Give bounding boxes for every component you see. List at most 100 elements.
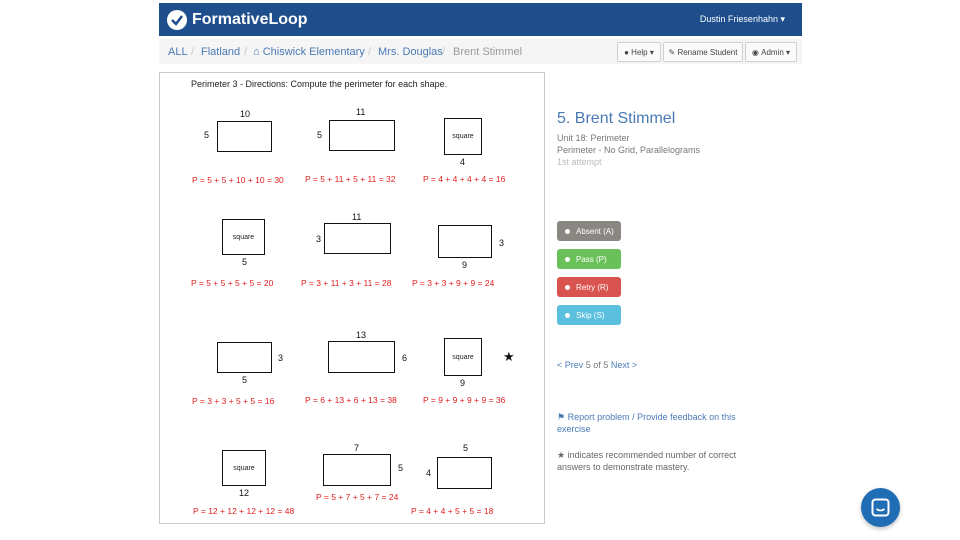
answer-text: P = 3 + 11 + 3 + 11 = 28 <box>301 278 392 288</box>
rectangle-shape <box>437 457 492 489</box>
answer-text: P = 3 + 3 + 9 + 9 = 24 <box>412 278 495 288</box>
answer-text: P = 5 + 7 + 5 + 7 = 24 <box>316 492 399 502</box>
edit-icon: ✎ <box>668 47 678 57</box>
brand[interactable]: FormativeLoop <box>167 9 308 31</box>
rectangle-shape <box>217 121 272 152</box>
rectangle-shape <box>438 225 492 258</box>
answer-text: P = 5 + 11 + 5 + 11 = 32 <box>305 174 396 184</box>
absent-label: Absent (A) <box>576 226 614 236</box>
rename-label: Rename Student <box>677 47 738 57</box>
eye-icon: ◉ <box>751 47 762 57</box>
dimension-label: 11 <box>352 212 362 222</box>
prev-link[interactable]: < Prev <box>557 360 583 370</box>
answer-text: P = 4 + 4 + 4 + 4 = 16 <box>423 174 506 184</box>
top-navbar: FormativeLoop Dustin Friesenhahn ▾ <box>159 3 802 36</box>
dimension-label: 4 <box>426 468 432 478</box>
student-name: 5. Brent Stimmel <box>557 110 676 127</box>
answer-text: P = 6 + 13 + 6 + 13 = 38 <box>305 395 397 405</box>
dimension-label: 5 <box>242 257 248 267</box>
rectangle-shape <box>329 120 395 151</box>
pass-button[interactable]: Pass (P) <box>557 249 621 269</box>
breadcrumb-separator: / <box>191 46 195 58</box>
rectangle-shape <box>324 223 391 254</box>
user-name: Dustin Friesenhahn <box>699 14 778 24</box>
dimension-label: 3 <box>499 238 505 248</box>
dimension-label: 4 <box>460 157 466 167</box>
help-button[interactable]: ● Help ▾ <box>617 42 661 62</box>
admin-label: Admin <box>761 47 784 57</box>
caret-down-icon: ▾ <box>777 14 785 24</box>
breadcrumb-separator: / <box>442 46 446 58</box>
next-link[interactable]: Next > <box>611 360 637 370</box>
answer-text: P = 9 + 9 + 9 + 9 = 36 <box>423 395 506 405</box>
student-info: 5. Brent Stimmel Unit 18: Perimeter Peri… <box>557 110 700 168</box>
dimension-label: 12 <box>239 488 250 498</box>
rename-student-button[interactable]: ✎ Rename Student <box>663 42 743 62</box>
answer-text: P = 12 + 12 + 12 + 12 = 48 <box>193 506 295 516</box>
rectangle-shape <box>328 341 395 373</box>
dimension-label: 3 <box>316 234 322 244</box>
unit-label: Unit 18: Perimeter <box>557 133 630 143</box>
brand-name: FormativeLoop <box>192 11 308 28</box>
formativeloop-logo-icon <box>167 10 187 30</box>
report-problem-link[interactable]: ⚑ Report problem / Provide feedback on t… <box>557 411 747 435</box>
exercise-label: Perimeter - No Grid, Parallelograms <box>557 145 701 155</box>
dimension-label: 5 <box>463 443 469 453</box>
help-label: Help <box>631 47 648 57</box>
square-shape: square <box>444 338 482 376</box>
answer-text: P = 5 + 5 + 10 + 10 = 30 <box>192 175 284 185</box>
caret-down-icon: ▾ <box>647 47 654 57</box>
user-menu[interactable]: Dustin Friesenhahn ▾ <box>700 14 785 25</box>
breadcrumb-school[interactable]: ⌂ Chiswick Elementary <box>253 46 365 58</box>
circle-icon <box>565 256 570 262</box>
answer-text: P = 5 + 5 + 5 + 5 = 20 <box>191 278 274 288</box>
breadcrumb-separator: / <box>368 46 372 58</box>
retry-button[interactable]: Retry (R) <box>557 277 621 297</box>
breadcrumb-teacher[interactable]: Mrs. Douglas <box>378 46 443 58</box>
pager-status: 5 of 5 <box>585 360 609 370</box>
dimension-label: 9 <box>460 378 466 388</box>
dimension-label: 5 <box>242 375 248 385</box>
dimension-label: 5 <box>398 463 404 473</box>
breadcrumb-separator: / <box>244 46 248 58</box>
mastery-note: ★ indicates recommended number of correc… <box>557 450 737 472</box>
report-label: Report problem / Provide feedback on thi… <box>557 412 736 434</box>
pass-label: Pass (P) <box>576 254 607 264</box>
attempt-label: 1st attempt <box>557 157 602 167</box>
dimension-label: 7 <box>354 443 360 453</box>
dimension-label: 11 <box>356 107 366 117</box>
star-icon: ★ <box>503 349 515 364</box>
dimension-label: 9 <box>462 260 468 270</box>
question-circle-icon: ● <box>624 47 632 57</box>
dimension-label: 5 <box>204 130 210 140</box>
pager: < Prev 5 of 5 Next > <box>557 360 637 370</box>
admin-button[interactable]: ◉ Admin ▾ <box>745 42 797 62</box>
dimension-label: 6 <box>402 353 408 363</box>
retry-label: Retry (R) <box>576 282 609 292</box>
rectangle-shape <box>217 342 272 373</box>
home-icon: ⌂ <box>253 46 263 58</box>
breadcrumb-school-label: Chiswick Elementary <box>262 46 365 58</box>
dimension-label: 13 <box>356 330 367 340</box>
flag-icon: ⚑ <box>557 412 568 422</box>
dimension-label: 10 <box>240 109 251 119</box>
square-shape: square <box>444 118 482 155</box>
breadcrumb-all[interactable]: ALL <box>168 46 188 58</box>
dimension-label: 5 <box>317 130 323 140</box>
exercise-meta: Unit 18: Perimeter Perimeter - No Grid, … <box>557 132 700 168</box>
square-shape: square <box>222 219 265 255</box>
caret-down-icon: ▾ <box>783 47 791 57</box>
dimension-label: 3 <box>278 353 284 363</box>
breadcrumb-student: Brent Stimmel <box>453 46 523 58</box>
skip-button[interactable]: Skip (S) <box>557 305 621 325</box>
absent-button[interactable]: Absent (A) <box>557 221 621 241</box>
square-label: square <box>233 464 255 472</box>
square-shape: square <box>222 450 266 486</box>
skip-label: Skip (S) <box>576 310 605 320</box>
circle-icon <box>565 228 570 234</box>
answer-text: P = 4 + 4 + 5 + 5 = 18 <box>411 506 494 516</box>
worksheet-image: Perimeter 3 - Directions: Compute the pe… <box>159 72 545 524</box>
breadcrumb-flatland[interactable]: Flatland <box>201 46 240 58</box>
answer-text: P = 3 + 3 + 5 + 5 = 16 <box>192 396 275 406</box>
chat-launcher-button[interactable] <box>861 488 900 527</box>
